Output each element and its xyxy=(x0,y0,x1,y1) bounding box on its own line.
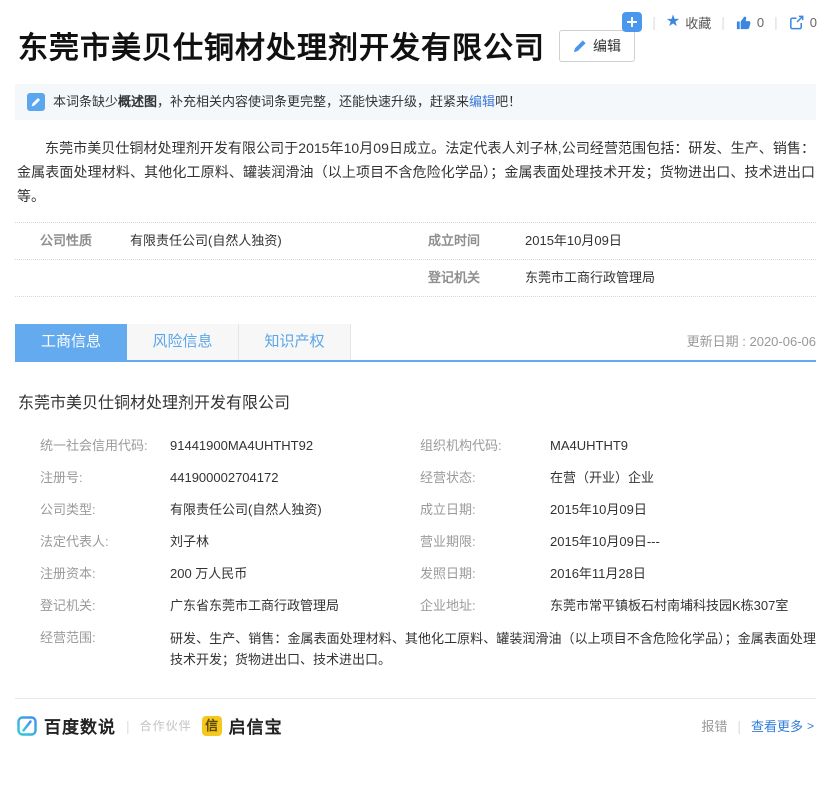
footer-right: 报错 | 查看更多 > xyxy=(701,716,814,735)
share-button[interactable]: 0 xyxy=(788,14,817,31)
field-label: 企业地址: xyxy=(420,596,550,616)
field-label: 统一社会信用代码: xyxy=(40,436,170,456)
share-count: 0 xyxy=(810,15,817,30)
baidu-shushuo-logo-icon xyxy=(17,716,37,736)
top-action-bar: | ★ 收藏 | 0 | 0 xyxy=(622,12,817,32)
field-label: 法定代表人: xyxy=(40,532,170,552)
tab-intellectual-property[interactable]: 知识产权 xyxy=(239,324,351,360)
summary-label: 成立时间 xyxy=(428,232,525,250)
table-row-business-scope: 经营范围: 研发、生产、销售：金属表面处理材料、其他化工原料、罐装润滑油（以上项… xyxy=(15,622,816,676)
field-label: 经营范围: xyxy=(40,628,170,670)
view-more-label: 查看更多 xyxy=(751,716,803,735)
summary-value: 有限责任公司(自然人独资) xyxy=(130,232,428,250)
field-label: 营业期限: xyxy=(420,532,550,552)
divider: | xyxy=(737,718,741,734)
field-value: 200 万人民币 xyxy=(170,564,420,584)
company-intro-paragraph: 东莞市美贝仕铜材处理剂开发有限公司于2015年10月09日成立。法定代表人刘子林… xyxy=(17,136,815,208)
thumbs-up-icon xyxy=(735,14,752,31)
table-row: 公司类型: 有限责任公司(自然人独资) 成立日期: 2015年10月09日 xyxy=(15,494,816,526)
pencil-icon xyxy=(573,39,587,53)
share-icon xyxy=(788,14,805,31)
footer: 百度数说 | 合作伙伴 信 启信宝 报错 | 查看更多 > xyxy=(15,698,816,748)
partner-label: 合作伙伴 xyxy=(140,717,192,734)
summary-label xyxy=(40,269,130,287)
qixinbao-logo-icon: 信 xyxy=(202,716,222,736)
summary-row: 公司性质 有限责任公司(自然人独资) 成立时间 2015年10月09日 xyxy=(15,223,816,260)
field-value: 2015年10月09日 xyxy=(550,500,816,520)
notice-bar: 本词条缺少概述图，补充相关内容使词条更完整，还能快速升级，赶紧来编辑吧！ xyxy=(15,84,816,120)
field-value: 在营（开业）企业 xyxy=(550,468,816,488)
field-value: 91441900MA4UHTHT92 xyxy=(170,436,420,456)
field-label: 发照日期: xyxy=(420,564,550,584)
field-value: 刘子林 xyxy=(170,532,420,552)
field-label: 登记机关: xyxy=(40,596,170,616)
favorite-button[interactable]: ★ 收藏 xyxy=(666,13,711,32)
baidu-shushuo-label: 百度数说 xyxy=(44,713,116,738)
view-more-link[interactable]: 查看更多 > xyxy=(751,716,814,735)
field-value: 2016年11月28日 xyxy=(550,564,816,584)
summary-label: 登记机关 xyxy=(428,269,525,287)
field-value: 2015年10月09日--- xyxy=(550,532,816,552)
field-value: 有限责任公司(自然人独资) xyxy=(170,500,420,520)
field-label: 注册资本: xyxy=(40,564,170,584)
field-value: MA4UHTHT9 xyxy=(550,436,816,456)
field-label: 组织机构代码: xyxy=(420,436,550,456)
notice-pencil-icon xyxy=(27,93,45,111)
field-label: 成立日期: xyxy=(420,500,550,520)
summary-row: 登记机关 东莞市工商行政管理局 xyxy=(15,260,816,297)
like-count: 0 xyxy=(757,15,764,30)
table-row: 统一社会信用代码: 91441900MA4UHTHT92 组织机构代码: MA4… xyxy=(15,430,816,462)
summary-table: 公司性质 有限责任公司(自然人独资) 成立时间 2015年10月09日 登记机关… xyxy=(15,222,816,297)
divider: | xyxy=(126,718,130,734)
notice-text: 本词条缺少概述图，补充相关内容使词条更完整，还能快速升级，赶紧来编辑吧！ xyxy=(53,92,521,112)
star-icon: ★ xyxy=(666,14,680,30)
tab-strip: 工商信息 风险信息 知识产权 更新日期 : 2020-06-06 xyxy=(15,324,816,362)
edit-button[interactable]: 编辑 xyxy=(559,30,635,62)
qixinbao-brand[interactable]: 信 启信宝 xyxy=(202,713,283,738)
divider: | xyxy=(774,14,778,30)
edit-button-label: 编辑 xyxy=(593,36,621,56)
table-row: 登记机关: 广东省东莞市工商行政管理局 企业地址: 东莞市常平镇板石村南埔科技园… xyxy=(15,590,816,622)
divider: | xyxy=(652,14,656,30)
notice-edit-link[interactable]: 编辑 xyxy=(469,94,495,109)
field-label: 注册号: xyxy=(40,468,170,488)
chevron-right-icon: > xyxy=(807,719,814,733)
field-label: 经营状态: xyxy=(420,468,550,488)
table-row: 法定代表人: 刘子林 营业期限: 2015年10月09日--- xyxy=(15,526,816,558)
baidu-shushuo-brand[interactable]: 百度数说 xyxy=(17,713,116,738)
field-label: 公司类型: xyxy=(40,500,170,520)
like-button[interactable]: 0 xyxy=(735,14,764,31)
summary-value: 2015年10月09日 xyxy=(525,232,816,250)
business-detail-table: 统一社会信用代码: 91441900MA4UHTHT92 组织机构代码: MA4… xyxy=(15,430,816,676)
page-title: 东莞市美贝仕铜材处理剂开发有限公司 xyxy=(18,31,545,67)
add-to-collection-button[interactable] xyxy=(622,12,642,32)
field-value: 广东省东莞市工商行政管理局 xyxy=(170,596,420,616)
table-row: 注册号: 441900002704172 经营状态: 在营（开业）企业 xyxy=(15,462,816,494)
summary-label: 公司性质 xyxy=(40,232,130,250)
summary-value: 东莞市工商行政管理局 xyxy=(525,269,816,287)
qixinbao-label: 启信宝 xyxy=(229,713,283,738)
favorite-label: 收藏 xyxy=(685,13,711,32)
tab-business-info[interactable]: 工商信息 xyxy=(15,324,127,360)
title-row: 东莞市美贝仕铜材处理剂开发有限公司 编辑 xyxy=(0,0,831,67)
field-value: 东莞市常平镇板石村南埔科技园K栋307室 xyxy=(550,596,816,616)
plus-icon xyxy=(626,16,638,28)
company-name-subtitle: 东莞市美贝仕铜材处理剂开发有限公司 xyxy=(18,389,816,413)
divider: | xyxy=(721,14,725,30)
field-value: 441900002704172 xyxy=(170,468,420,488)
summary-value xyxy=(130,269,428,287)
report-error-link[interactable]: 报错 xyxy=(701,716,727,735)
table-row: 注册资本: 200 万人民币 发照日期: 2016年11月28日 xyxy=(15,558,816,590)
baike-company-page: | ★ 收藏 | 0 | 0 东莞市美贝仕铜材处理剂开发有限公司 编辑 本词条缺… xyxy=(0,0,831,748)
tab-risk-info[interactable]: 风险信息 xyxy=(127,324,239,360)
field-value: 研发、生产、销售：金属表面处理材料、其他化工原料、罐装润滑油（以上项目不含危险化… xyxy=(170,628,816,670)
update-date: 更新日期 : 2020-06-06 xyxy=(687,331,816,360)
